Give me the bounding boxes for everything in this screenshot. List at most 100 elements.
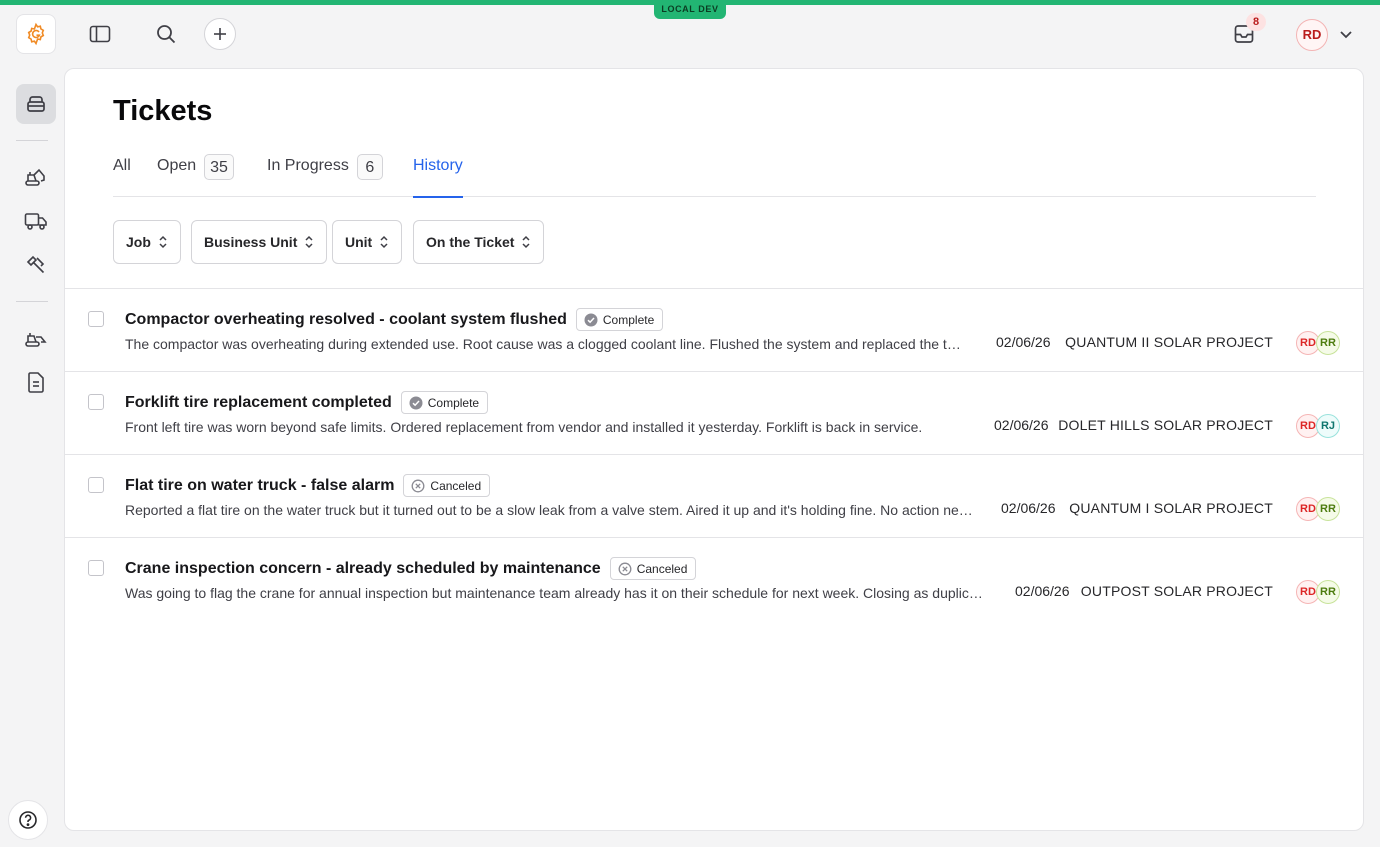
assignee-avatars: RD RR: [1296, 497, 1340, 521]
check-circle-icon: [584, 313, 598, 326]
ticket-title[interactable]: Compactor overheating resolved - coolant…: [125, 311, 567, 329]
status-label: Complete: [602, 312, 655, 327]
document-icon: [28, 372, 44, 393]
ticket-tabs: All Open 35 In Progress 6 History: [113, 153, 1316, 198]
create-button[interactable]: [204, 18, 236, 50]
tab-in-progress[interactable]: In Progress 6: [267, 153, 383, 197]
loader-icon: [25, 333, 47, 347]
ticket-project: QUANTUM II SOLAR PROJECT: [1065, 334, 1273, 350]
ticket-title[interactable]: Crane inspection concern - already sched…: [125, 560, 601, 578]
filter-label: On the Ticket: [426, 234, 515, 250]
assignee-avatar: RR: [1316, 580, 1340, 604]
plus-icon: [214, 28, 226, 40]
ticket-description: The compactor was overheating during ext…: [125, 336, 968, 352]
ticket-description: Front left tire was worn beyond safe lim…: [125, 419, 923, 435]
ticket-description: Was going to flag the crane for annual i…: [125, 585, 987, 601]
ticket-title[interactable]: Forklift tire replacement completed: [125, 394, 392, 412]
ticket-description: Reported a flat tire on the water truck …: [125, 502, 975, 518]
tab-all[interactable]: All: [113, 153, 131, 197]
assignee-avatar: RJ: [1316, 414, 1340, 438]
sidebar-toggle-button[interactable]: [84, 18, 116, 50]
ticket-date: 02/06/26: [1001, 500, 1056, 516]
filter-on-the-ticket[interactable]: On the Ticket: [413, 220, 545, 264]
filter-label: Job: [126, 234, 151, 250]
status-label: Complete: [427, 395, 480, 410]
ticket-title-line: Flat tire on water truck - false alarm C…: [125, 474, 491, 497]
row-checkbox[interactable]: [88, 477, 104, 493]
filter-label: Unit: [345, 234, 373, 250]
row-checkbox[interactable]: [88, 394, 104, 410]
ticket-row[interactable]: Compactor overheating resolved - coolant…: [65, 289, 1363, 372]
filter-job[interactable]: Job: [113, 220, 181, 264]
filter-business-unit[interactable]: Business Unit: [191, 220, 328, 264]
sidebar-divider: [16, 301, 48, 302]
gear-logo-icon: [27, 22, 45, 46]
tab-count-badge: 35: [204, 154, 234, 180]
tab-label: History: [413, 157, 463, 174]
assignee-avatar: RR: [1316, 497, 1340, 521]
ticket-project: DOLET HILLS SOLAR PROJECT: [1058, 417, 1273, 433]
row-checkbox[interactable]: [88, 560, 104, 576]
sidebar-item-documents[interactable]: [16, 362, 56, 402]
ticket-row[interactable]: Forklift tire replacement completed Comp…: [65, 372, 1363, 455]
page-title: Tickets: [113, 95, 213, 127]
ticket-list: Compactor overheating resolved - coolant…: [65, 288, 1363, 621]
filter-unit[interactable]: Unit: [332, 220, 403, 264]
filter-label: Business Unit: [204, 234, 298, 250]
ticket-row[interactable]: Crane inspection concern - already sched…: [65, 538, 1363, 621]
tab-label: In Progress: [267, 157, 349, 174]
ticket-title-line: Forklift tire replacement completed Comp…: [125, 391, 489, 414]
assignee-avatars: RD RR: [1296, 580, 1340, 604]
sidebar-item-tools[interactable]: [16, 245, 56, 285]
ticket-date: 02/06/26: [994, 417, 1049, 433]
chevron-up-down-icon: [521, 235, 531, 249]
x-circle-icon: [411, 479, 425, 492]
hammer-icon: [26, 255, 45, 274]
search-icon: [157, 25, 176, 44]
sidebar-item-tickets[interactable]: [16, 84, 56, 124]
chevron-down-icon: [1340, 31, 1352, 39]
chevron-up-down-icon: [304, 235, 314, 249]
user-avatar[interactable]: RD: [1296, 19, 1328, 51]
status-badge: Complete: [400, 391, 489, 414]
chevron-up-down-icon: [379, 235, 389, 249]
top-bar: 8 RD: [0, 5, 1380, 65]
tab-label: All: [113, 157, 131, 174]
help-icon: [19, 811, 37, 829]
sidebar-item-equipment[interactable]: [16, 157, 56, 197]
inbox-count-badge: 8: [1246, 13, 1266, 31]
assignee-avatar: RR: [1316, 331, 1340, 355]
chevron-up-down-icon: [158, 235, 168, 249]
search-button[interactable]: [150, 18, 182, 50]
ticket-date: 02/06/26: [1015, 583, 1070, 599]
assignee-avatars: RD RR: [1296, 331, 1340, 355]
tab-open[interactable]: Open 35: [157, 153, 234, 197]
sidebar-item-trucks[interactable]: [16, 201, 56, 241]
sidebar-item-machinery[interactable]: [16, 318, 56, 358]
ticket-stack-icon: [27, 96, 45, 112]
truck-icon: [24, 213, 47, 230]
help-button[interactable]: [8, 800, 48, 840]
ticket-date: 02/06/26: [996, 334, 1051, 350]
status-badge: Complete: [575, 308, 664, 331]
ticket-title[interactable]: Flat tire on water truck - false alarm: [125, 477, 394, 495]
ticket-title-line: Compactor overheating resolved - coolant…: [125, 308, 664, 331]
tab-count-badge: 6: [356, 154, 383, 180]
status-badge: Canceled: [609, 557, 697, 580]
user-menu-button[interactable]: [1330, 18, 1362, 50]
tab-history[interactable]: History: [413, 153, 463, 198]
status-label: Canceled: [636, 561, 688, 576]
tickets-panel: Tickets All Open 35 In Progress 6 Histor…: [64, 68, 1364, 831]
ticket-row[interactable]: Flat tire on water truck - false alarm C…: [65, 455, 1363, 538]
ticket-project: OUTPOST SOLAR PROJECT: [1080, 583, 1273, 599]
sidebar: [0, 65, 64, 847]
status-label: Canceled: [430, 478, 482, 493]
tab-label: Open: [157, 157, 197, 174]
row-checkbox[interactable]: [88, 311, 104, 327]
excavator-icon: [25, 168, 45, 186]
app-logo[interactable]: [16, 14, 56, 54]
sidebar-divider: [16, 140, 48, 141]
sidebar-panel-icon: [89, 25, 111, 43]
x-circle-icon: [618, 562, 632, 575]
status-badge: Canceled: [403, 474, 491, 497]
